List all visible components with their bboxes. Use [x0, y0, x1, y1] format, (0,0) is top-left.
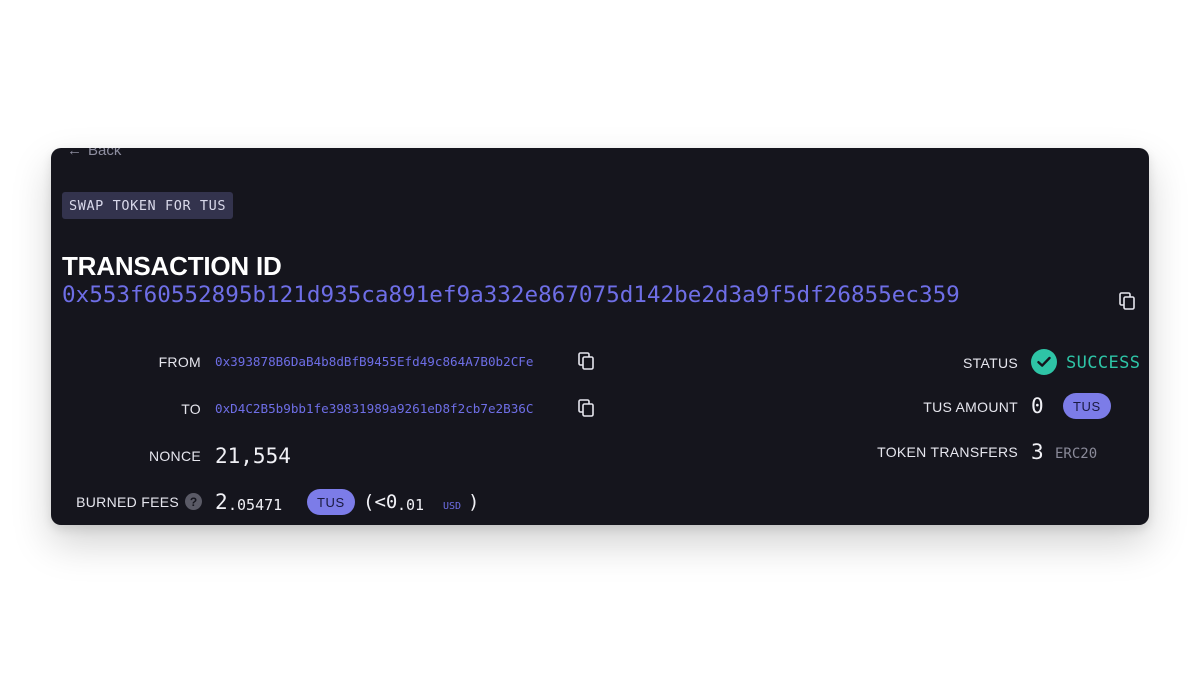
nonce-label: NONCE — [148, 448, 201, 464]
burned-fees-token-badge: TUS — [307, 489, 355, 515]
from-address[interactable]: 0x393878B6DaB4b8dBfB9455Efd49c864A7B0b2C… — [215, 354, 533, 369]
tus-amount-value: 0 — [1031, 394, 1044, 418]
token-transfers-count: 3 — [1031, 440, 1044, 464]
back-label: Back — [88, 148, 122, 159]
to-address[interactable]: 0xD4C2B5b9bb1fe39831989a9261eD8f2cb7e2B3… — [215, 401, 533, 416]
usd-close: ) — [468, 491, 480, 513]
transaction-card: ← Back SWAP TOKEN FOR TUS TRANSACTION ID… — [51, 148, 1149, 525]
status-value: SUCCESS — [1066, 353, 1141, 373]
usd-open: (<0 — [363, 491, 398, 513]
burned-fees-dec: .05471 — [228, 496, 283, 514]
copy-hash-icon[interactable] — [1119, 292, 1135, 310]
to-label: TO — [181, 401, 201, 417]
burned-fees-int: 2 — [215, 490, 228, 514]
transaction-type-tag: SWAP TOKEN FOR TUS — [62, 192, 234, 219]
transaction-hash: 0x553f60552895b121d935ca891ef9a332e86707… — [62, 282, 960, 308]
help-icon[interactable]: ? — [185, 493, 202, 510]
back-arrow-icon: ← — [67, 148, 82, 159]
burned-fees-label: BURNED FEES — [76, 494, 179, 510]
copy-to-icon[interactable] — [578, 399, 594, 417]
nonce-value: 21,554 — [215, 444, 291, 468]
from-label: FROM — [158, 354, 201, 370]
status-label: STATUS — [963, 355, 1018, 371]
token-standard: ERC20 — [1055, 446, 1098, 462]
tus-amount-token-badge: TUS — [1063, 393, 1111, 419]
tus-amount-label: TUS AMOUNT — [923, 399, 1018, 415]
token-transfers-label: TOKEN TRANSFERS — [877, 444, 1018, 460]
back-link[interactable]: ← Back — [67, 148, 121, 159]
check-icon — [1031, 349, 1057, 375]
usd-decimal: .01 — [397, 496, 425, 514]
usd-unit: USD — [443, 501, 462, 512]
copy-from-icon[interactable] — [578, 352, 594, 370]
transaction-id-label: TRANSACTION ID — [62, 251, 282, 281]
